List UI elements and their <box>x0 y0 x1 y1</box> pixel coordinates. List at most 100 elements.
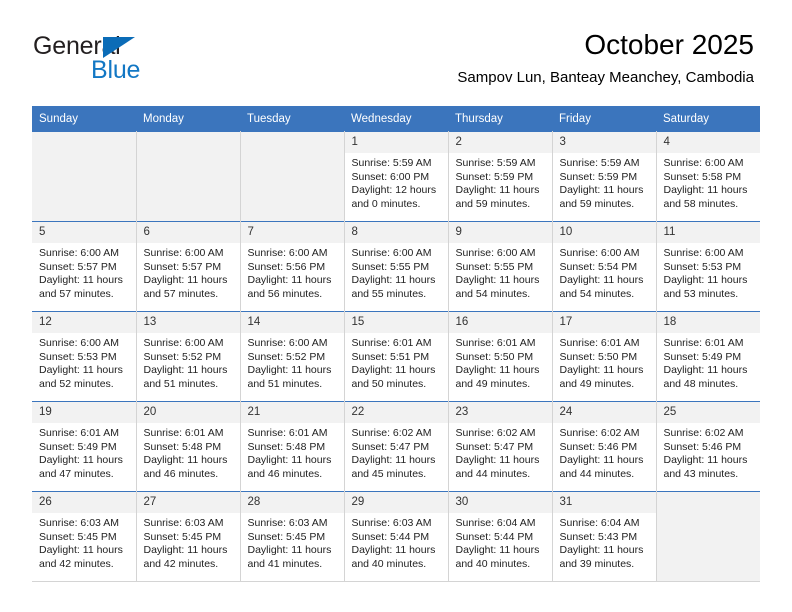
page-header: General Blue October 2025 Sampov Lun, Ba… <box>0 0 792 104</box>
weekday-header-saturday: Saturday <box>656 106 760 132</box>
calendar-day-cell-empty <box>32 131 137 222</box>
logo-general-blue[interactable]: General Blue <box>33 33 213 85</box>
daylight-text-line1: Daylight: 11 hours <box>247 544 332 557</box>
calendar-day-cell[interactable]: 25 Sunrise: 6:02 AM Sunset: 5:46 PM Dayligh… <box>656 401 760 492</box>
calendar-day-cell[interactable]: 29 Sunrise: 6:03 AM Sunset: 5:44 PM Dayligh… <box>344 491 449 582</box>
sunset-text: Sunset: 5:46 PM <box>559 440 638 453</box>
sunrise-text: Sunrise: 6:03 AM <box>39 517 119 529</box>
calendar-day-cell[interactable]: 7 Sunrise: 6:00 AM Sunset: 5:56 PM Daylight… <box>240 221 345 312</box>
calendar-day-cell[interactable]: 21 Sunrise: 6:01 AM Sunset: 5:48 PM Dayligh… <box>240 401 345 492</box>
day-sun-info: Sunrise: 6:01 AM Sunset: 5:51 PM Daylight:… <box>345 333 448 391</box>
sunset-text: Sunset: 5:55 PM <box>455 260 534 273</box>
day-number: 31 <box>552 492 655 513</box>
day-sun-info: Sunrise: 6:03 AM Sunset: 5:45 PM Daylight:… <box>241 513 344 571</box>
calendar-day-cell[interactable]: 24 Sunrise: 6:02 AM Sunset: 5:46 PM Dayligh… <box>552 401 657 492</box>
weekday-header-friday: Friday <box>552 106 656 132</box>
day-cell-content: 18 Sunrise: 6:01 AM Sunset: 5:49 PM Dayligh… <box>656 312 760 402</box>
sunrise-text: Sunrise: 6:00 AM <box>663 157 744 169</box>
daylight-text-line2: and 52 minutes. <box>39 377 114 390</box>
daylight-text-line1: Daylight: 11 hours <box>39 364 123 377</box>
daylight-text-line2: and 57 minutes. <box>143 287 219 300</box>
day-number: 9 <box>448 222 551 243</box>
day-number: 7 <box>240 222 343 243</box>
day-sun-info: Sunrise: 6:00 AM Sunset: 5:55 PM Daylight:… <box>345 243 448 301</box>
daylight-text-line1: Daylight: 11 hours <box>247 364 332 377</box>
calendar-day-cell[interactable]: 5 Sunrise: 6:00 AM Sunset: 5:57 PM Daylight… <box>32 221 137 312</box>
daylight-text-line2: and 49 minutes. <box>455 377 531 390</box>
day-sun-info: Sunrise: 6:00 AM Sunset: 5:53 PM Daylight:… <box>657 243 761 301</box>
calendar-day-cell[interactable]: 14 Sunrise: 6:00 AM Sunset: 5:52 PM Dayligh… <box>240 311 345 402</box>
daylight-text-line2: and 57 minutes. <box>39 287 114 300</box>
daylight-text-line1: Daylight: 11 hours <box>663 184 748 197</box>
daylight-text-line2: and 43 minutes. <box>663 467 739 480</box>
daylight-text-line1: Daylight: 12 hours <box>351 184 437 197</box>
sunset-text: Sunset: 5:56 PM <box>247 260 326 273</box>
calendar-day-cell[interactable]: 8 Sunrise: 6:00 AM Sunset: 5:55 PM Daylight… <box>344 221 449 312</box>
day-cell-content: 21 Sunrise: 6:01 AM Sunset: 5:48 PM Dayligh… <box>240 402 344 492</box>
sunrise-text: Sunrise: 6:01 AM <box>143 427 224 439</box>
daylight-text-line1: Daylight: 11 hours <box>455 364 540 377</box>
daylight-text-line2: and 46 minutes. <box>247 467 323 480</box>
sunset-text: Sunset: 5:55 PM <box>351 260 430 273</box>
calendar-day-cell[interactable]: 1 Sunrise: 5:59 AM Sunset: 6:00 PM Daylight… <box>344 131 449 222</box>
calendar-day-cell[interactable]: 17 Sunrise: 6:01 AM Sunset: 5:50 PM Dayligh… <box>552 311 657 402</box>
calendar-day-cell[interactable]: 4 Sunrise: 6:00 AM Sunset: 5:58 PM Daylight… <box>656 131 760 222</box>
sunrise-text: Sunrise: 6:01 AM <box>455 337 536 349</box>
day-cell-content: 19 Sunrise: 6:01 AM Sunset: 5:49 PM Dayligh… <box>32 402 135 492</box>
daylight-text-line1: Daylight: 11 hours <box>663 454 748 467</box>
calendar-day-cell[interactable]: 15 Sunrise: 6:01 AM Sunset: 5:51 PM Dayligh… <box>344 311 449 402</box>
calendar-day-cell[interactable]: 10 Sunrise: 6:00 AM Sunset: 5:54 PM Dayligh… <box>552 221 657 312</box>
calendar-day-cell[interactable]: 20 Sunrise: 6:01 AM Sunset: 5:48 PM Dayligh… <box>136 401 241 492</box>
daylight-text-line2: and 0 minutes. <box>351 197 421 210</box>
sunrise-text: Sunrise: 5:59 AM <box>455 157 536 169</box>
sunrise-text: Sunrise: 6:04 AM <box>559 517 640 529</box>
calendar-day-cell[interactable]: 28 Sunrise: 6:03 AM Sunset: 5:45 PM Dayligh… <box>240 491 345 582</box>
day-number: 11 <box>656 222 760 243</box>
calendar-day-cell[interactable]: 3 Sunrise: 5:59 AM Sunset: 5:59 PM Daylight… <box>552 131 657 222</box>
day-number <box>136 132 239 153</box>
day-cell-content: 9 Sunrise: 6:00 AM Sunset: 5:55 PM Daylight… <box>448 222 551 312</box>
day-cell-content: 2 Sunrise: 5:59 AM Sunset: 5:59 PM Daylight… <box>448 132 551 222</box>
day-number: 18 <box>656 312 760 333</box>
day-cell-content: 23 Sunrise: 6:02 AM Sunset: 5:47 PM Dayligh… <box>448 402 551 492</box>
day-sun-info: Sunrise: 6:01 AM Sunset: 5:48 PM Daylight:… <box>241 423 344 481</box>
calendar-day-cell[interactable]: 16 Sunrise: 6:01 AM Sunset: 5:50 PM Dayligh… <box>448 311 553 402</box>
calendar-day-cell[interactable]: 27 Sunrise: 6:03 AM Sunset: 5:45 PM Dayligh… <box>136 491 241 582</box>
day-number: 24 <box>552 402 655 423</box>
weekday-header-row: Sunday Monday Tuesday Wednesday Thursday… <box>32 106 760 132</box>
day-sun-info: Sunrise: 6:00 AM Sunset: 5:53 PM Daylight:… <box>32 333 135 391</box>
sunrise-text: Sunrise: 6:00 AM <box>247 247 328 259</box>
calendar-day-cell[interactable]: 11 Sunrise: 6:00 AM Sunset: 5:53 PM Dayligh… <box>656 221 761 312</box>
sunset-text: Sunset: 5:47 PM <box>351 440 430 453</box>
daylight-text-line1: Daylight: 11 hours <box>351 274 436 287</box>
sunrise-text: Sunrise: 6:02 AM <box>351 427 432 439</box>
calendar-day-cell[interactable]: 30 Sunrise: 6:04 AM Sunset: 5:44 PM Dayligh… <box>448 491 553 582</box>
day-cell-content: 16 Sunrise: 6:01 AM Sunset: 5:50 PM Dayligh… <box>448 312 551 402</box>
daylight-text-line1: Daylight: 11 hours <box>143 454 228 467</box>
calendar-day-cell[interactable]: 26 Sunrise: 6:03 AM Sunset: 5:45 PM Dayligh… <box>32 491 137 582</box>
sunset-text: Sunset: 5:48 PM <box>247 440 326 453</box>
page-title: October 2025 <box>584 29 754 60</box>
calendar-day-cell[interactable]: 2 Sunrise: 5:59 AM Sunset: 5:59 PM Daylight… <box>448 131 553 222</box>
calendar-day-cell[interactable]: 31 Sunrise: 6:04 AM Sunset: 5:43 PM Dayligh… <box>552 491 657 582</box>
daylight-text-line2: and 59 minutes. <box>559 197 635 210</box>
daylight-text-line1: Daylight: 11 hours <box>247 274 332 287</box>
day-cell-content: 28 Sunrise: 6:03 AM Sunset: 5:45 PM Dayligh… <box>240 492 344 581</box>
day-cell-content: 1 Sunrise: 5:59 AM Sunset: 6:00 PM Daylight… <box>344 132 447 222</box>
daylight-text-line1: Daylight: 11 hours <box>351 454 436 467</box>
day-number: 2 <box>448 132 551 153</box>
calendar-day-cell[interactable]: 19 Sunrise: 6:01 AM Sunset: 5:49 PM Dayligh… <box>32 401 137 492</box>
calendar-day-cell[interactable]: 9 Sunrise: 6:00 AM Sunset: 5:55 PM Daylight… <box>448 221 553 312</box>
calendar-day-cell[interactable]: 6 Sunrise: 6:00 AM Sunset: 5:57 PM Daylight… <box>136 221 241 312</box>
calendar-day-cell[interactable]: 18 Sunrise: 6:01 AM Sunset: 5:49 PM Dayligh… <box>656 311 760 402</box>
sunset-text: Sunset: 5:49 PM <box>663 350 742 363</box>
calendar-day-cell[interactable]: 22 Sunrise: 6:02 AM Sunset: 5:47 PM Dayligh… <box>344 401 449 492</box>
calendar-day-cell[interactable]: 13 Sunrise: 6:00 AM Sunset: 5:52 PM Dayligh… <box>136 311 241 402</box>
sunset-text: Sunset: 5:52 PM <box>247 350 326 363</box>
sunrise-text: Sunrise: 6:00 AM <box>39 247 119 259</box>
daylight-text-line2: and 56 minutes. <box>247 287 323 300</box>
sunrise-text: Sunrise: 6:00 AM <box>143 247 224 259</box>
day-number: 25 <box>656 402 760 423</box>
calendar-day-cell[interactable]: 23 Sunrise: 6:02 AM Sunset: 5:47 PM Dayligh… <box>448 401 553 492</box>
calendar-day-cell[interactable]: 12 Sunrise: 6:00 AM Sunset: 5:53 PM Dayligh… <box>32 311 137 402</box>
